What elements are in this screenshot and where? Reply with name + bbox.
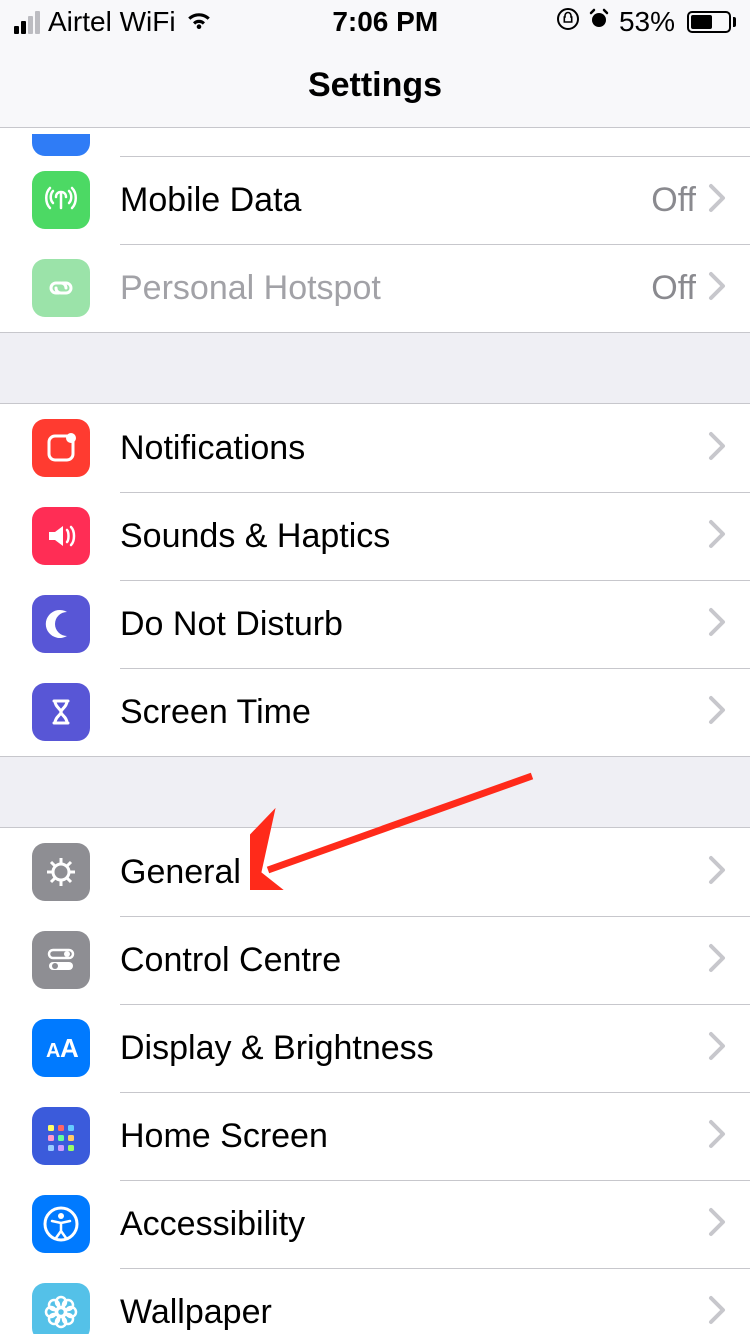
settings-row-notifications[interactable]: Notifications [0,404,750,492]
bluetooth-icon [32,134,90,156]
row-label: Screen Time [120,693,708,732]
settings-row-do-not-disturb[interactable]: Do Not Disturb [0,580,750,668]
battery-pct: 53% [619,6,675,38]
row-label: Notifications [120,429,708,468]
row-label: Control Centre [120,941,708,980]
chevron-right-icon [708,183,726,218]
speaker-icon [32,507,90,565]
alarm-icon [587,7,611,38]
settings-row-display-brightness[interactable]: AA Display & Brightness [0,1004,750,1092]
settings-row-wallpaper[interactable]: Wallpaper [0,1268,750,1334]
chevron-right-icon [708,1295,726,1330]
page-title: Settings [308,66,442,105]
flower-icon [32,1283,90,1334]
battery-icon [683,11,736,33]
row-label: Accessibility [120,1205,708,1244]
row-label: General [120,853,708,892]
chevron-right-icon [708,271,726,306]
row-value: Off [651,181,696,220]
link-icon [32,259,90,317]
chevron-right-icon [708,607,726,642]
row-label: Sounds & Haptics [120,517,708,556]
carrier-label: Airtel WiFi [48,6,176,38]
toggles-icon [32,931,90,989]
settings-group-network: Mobile Data Off Personal Hotspot Off [0,128,750,333]
svg-text:A: A [46,1040,60,1062]
chevron-right-icon [708,943,726,978]
settings-row-control-centre[interactable]: Control Centre [0,916,750,1004]
status-right: 53% [557,6,736,38]
row-label: Mobile Data [120,181,651,220]
moon-icon [32,595,90,653]
settings-row-screen-time[interactable]: Screen Time [0,668,750,756]
settings-row-accessibility[interactable]: Accessibility [0,1180,750,1268]
chevron-right-icon [708,695,726,730]
app-grid-icon [32,1107,90,1165]
chevron-right-icon [708,1119,726,1154]
chevron-right-icon [708,1031,726,1066]
row-label: Wallpaper [120,1293,708,1332]
status-time: 7:06 PM [332,6,438,38]
wifi-icon [184,6,214,38]
row-label: Display & Brightness [120,1029,708,1068]
settings-row-mobile-data[interactable]: Mobile Data Off [0,156,750,244]
chevron-right-icon [708,1207,726,1242]
chevron-right-icon [708,431,726,466]
hourglass-icon [32,683,90,741]
status-bar: Airtel WiFi 7:06 PM 53% [0,0,750,44]
svg-text:A: A [60,1033,79,1063]
settings-row-personal-hotspot[interactable]: Personal Hotspot Off [0,244,750,332]
text-size-icon: AA [32,1019,90,1077]
gear-icon [32,843,90,901]
row-label: Do Not Disturb [120,605,708,644]
settings-group-alerts: Notifications Sounds & Haptics Do Not Di… [0,403,750,757]
settings-row-general[interactable]: General [0,828,750,916]
row-label: Personal Hotspot [120,269,651,308]
accessibility-icon [32,1195,90,1253]
settings-group-system: General Control Centre AA Display & Brig… [0,827,750,1334]
settings-row-sounds-haptics[interactable]: Sounds & Haptics [0,492,750,580]
notifications-icon [32,419,90,477]
chevron-right-icon [708,855,726,890]
row-value: Off [651,269,696,308]
settings-row-home-screen[interactable]: Home Screen [0,1092,750,1180]
chevron-right-icon [708,519,726,554]
signal-icon [14,11,40,34]
orientation-lock-icon [557,8,579,37]
nav-bar: Settings [0,44,750,128]
settings-row-partial[interactable] [0,128,750,156]
status-left: Airtel WiFi [14,6,214,38]
antenna-icon [32,171,90,229]
row-label: Home Screen [120,1117,708,1156]
